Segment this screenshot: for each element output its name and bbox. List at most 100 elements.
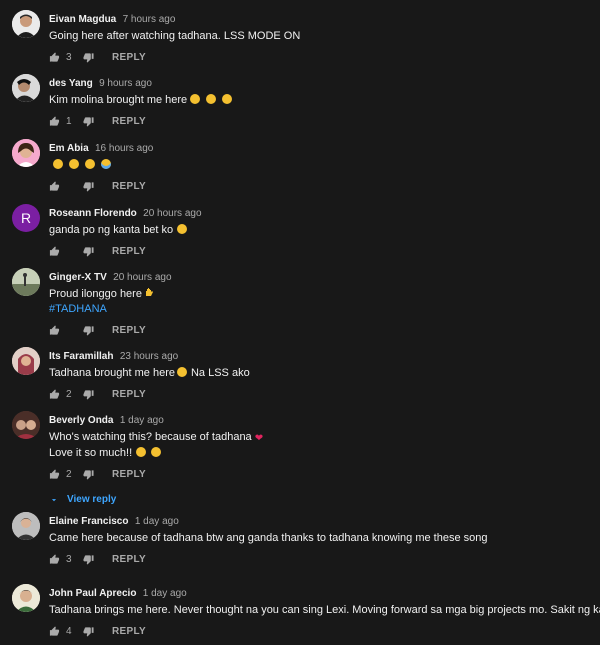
avatar[interactable]	[12, 347, 40, 375]
comment-actions: 3 REPLY	[49, 551, 590, 567]
dislike-button[interactable]	[83, 554, 94, 565]
crying-emoji-icon	[101, 159, 111, 169]
like-count: 1	[66, 115, 72, 127]
smile-emoji-icon	[222, 94, 233, 104]
avatar[interactable]	[12, 10, 40, 38]
dislike-button[interactable]	[83, 325, 94, 336]
hashtag-link[interactable]: #TADHANA	[49, 302, 590, 317]
comment-author[interactable]: des Yang	[49, 78, 93, 89]
reply-button[interactable]: REPLY	[112, 325, 146, 336]
like-count: 2	[66, 468, 72, 480]
dislike-button[interactable]	[83, 116, 94, 127]
comment-text	[49, 158, 590, 173]
comment-text: Tadhana brings me here. Never thought na…	[49, 604, 600, 616]
reply-button[interactable]: REPLY	[112, 554, 146, 565]
reply-button[interactable]: REPLY	[112, 626, 146, 637]
reply-button[interactable]: REPLY	[112, 246, 146, 257]
comment-author[interactable]: Its Faramillah	[49, 351, 113, 362]
comment-author[interactable]: Roseann Florendo	[49, 208, 137, 219]
comment-author[interactable]: Ginger-X TV	[49, 272, 107, 283]
reply-button[interactable]: REPLY	[112, 52, 146, 63]
view-replies-button[interactable]: View reply	[49, 494, 590, 505]
avatar[interactable]	[12, 268, 40, 296]
thumbs-down-icon	[83, 626, 94, 637]
reply-button[interactable]: REPLY	[112, 469, 146, 480]
person-avatar-icon	[12, 347, 40, 375]
reply-button[interactable]: REPLY	[112, 389, 146, 400]
comment-actions: 1 REPLY	[49, 113, 590, 129]
avatar[interactable]: R	[12, 204, 40, 232]
thumbs-up-icon	[49, 245, 60, 256]
dislike-button[interactable]	[83, 181, 94, 192]
like-count: 4	[66, 625, 72, 637]
avatar[interactable]	[12, 512, 40, 540]
comment-timestamp[interactable]: 16 hours ago	[95, 143, 153, 154]
dislike-button[interactable]	[83, 52, 94, 63]
person-avatar-icon	[12, 139, 40, 167]
waving-hand-emoji-icon	[145, 288, 153, 296]
comment-actions: 3 REPLY	[49, 49, 590, 65]
like-button[interactable]	[49, 245, 76, 257]
like-button[interactable]	[49, 324, 76, 336]
laughing-emoji-icon	[85, 159, 95, 169]
comment-timestamp[interactable]: 20 hours ago	[143, 208, 201, 219]
thumbs-up-icon	[49, 553, 60, 564]
dislike-button[interactable]	[83, 389, 94, 400]
view-replies-label: View reply	[67, 494, 117, 505]
comment-timestamp[interactable]: 7 hours ago	[123, 14, 176, 25]
laughing-emoji-icon	[53, 159, 63, 169]
avatar[interactable]	[12, 584, 40, 612]
comment-timestamp[interactable]: 1 day ago	[120, 415, 164, 426]
clapping-hands-emoji-icon	[136, 447, 147, 457]
like-button[interactable]: 4	[49, 626, 76, 637]
thumbs-up-icon	[49, 324, 60, 335]
broken-heart-emoji-icon: ❤	[254, 433, 264, 444]
avatar[interactable]	[12, 74, 40, 102]
thumbs-down-icon	[83, 52, 94, 63]
like-button[interactable]: 2	[49, 469, 76, 480]
dislike-button[interactable]	[83, 469, 94, 480]
thumbs-down-icon	[83, 325, 94, 336]
comment-timestamp[interactable]: 1 day ago	[143, 588, 187, 599]
reply-button[interactable]: REPLY	[112, 181, 146, 192]
comment-author[interactable]: Eivan Magdua	[49, 14, 116, 25]
clapping-hands-emoji-icon	[151, 447, 162, 457]
like-button[interactable]: 1	[49, 116, 76, 127]
thumbs-down-icon	[83, 181, 94, 192]
comment-text: Proud ilonggo here #TADHANA	[49, 287, 590, 317]
avatar[interactable]	[12, 411, 40, 439]
avatar[interactable]	[12, 139, 40, 167]
reply-button[interactable]: REPLY	[112, 116, 146, 127]
person-avatar-icon	[12, 512, 40, 540]
thumbs-up-icon	[49, 388, 60, 399]
comment-author[interactable]: John Paul Aprecio	[49, 588, 136, 599]
comment-text: Tadhana brought me here Na LSS ako	[49, 367, 250, 379]
thumbs-down-icon	[83, 389, 94, 400]
like-button[interactable]: 3	[49, 554, 76, 565]
like-button[interactable]	[49, 180, 76, 192]
like-count: 3	[66, 51, 72, 63]
like-button[interactable]: 2	[49, 389, 76, 400]
dislike-button[interactable]	[83, 246, 94, 257]
comment-actions: REPLY	[49, 178, 590, 194]
person-avatar-icon	[12, 74, 40, 102]
like-count: 2	[66, 388, 72, 400]
avatar-letter: R	[20, 210, 32, 226]
comment-author[interactable]: Em Abia	[49, 143, 89, 154]
comment-timestamp[interactable]: 9 hours ago	[99, 78, 152, 89]
comment-timestamp[interactable]: 20 hours ago	[113, 272, 171, 283]
landscape-avatar-icon	[12, 268, 40, 296]
comment-timestamp[interactable]: 23 hours ago	[120, 351, 178, 362]
comment-author[interactable]: Beverly Onda	[49, 415, 113, 426]
thumbs-up-icon	[49, 51, 60, 62]
comment-timestamp[interactable]: 1 day ago	[135, 516, 179, 527]
thumbs-up-icon	[49, 468, 60, 479]
person-avatar-icon	[12, 411, 40, 439]
comment-author[interactable]: Elaine Francisco	[49, 516, 128, 527]
smile-emoji-icon	[206, 94, 217, 104]
dislike-button[interactable]	[83, 626, 94, 637]
like-button[interactable]: 3	[49, 52, 76, 63]
person-avatar-icon	[12, 584, 40, 612]
heart-eyes-emoji-icon	[177, 224, 188, 234]
thumbs-down-icon	[83, 246, 94, 257]
